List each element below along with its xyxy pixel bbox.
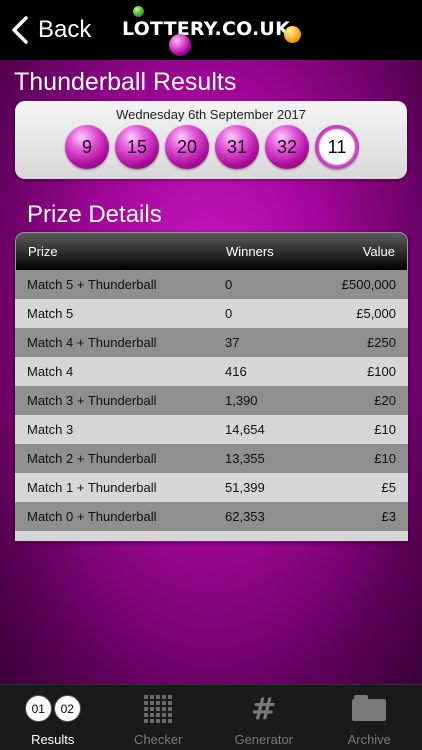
table-row: Match 4 + Thunderball 37 £250 (15, 328, 408, 357)
page-title: Thunderball Results (14, 68, 237, 96)
ball-4: 31 (215, 125, 259, 169)
table-row: Match 2 + Thunderball 13,355 £10 (15, 444, 408, 473)
prize-cell: Match 2 + Thunderball (27, 451, 157, 466)
draw-date: Wednesday 6th September 2017 (116, 107, 306, 122)
hash-icon: # (251, 692, 277, 727)
ball-5: 32 (265, 125, 309, 169)
table-row: Match 3 + Thunderball 1,390 £20 (15, 386, 408, 415)
logo-green-ball (133, 6, 144, 17)
tab-generator[interactable]: # Generator (211, 685, 317, 750)
back-label: Back (38, 16, 92, 43)
top-bar: Back LOTTERY.CO.UK (0, 0, 422, 60)
prize-table: Prize Winners Value Match 5 + Thunderbal… (15, 232, 408, 542)
logo-pink-ball (169, 34, 191, 56)
table-row: Match 4 416 £100 (15, 357, 408, 386)
prize-cell: Match 1 + Thunderball (27, 480, 157, 495)
value-cell: £250 (367, 335, 396, 350)
tab-results[interactable]: 01 02 Results (0, 685, 106, 750)
chevron-left-icon (12, 16, 28, 44)
prize-heading: Prize Details (27, 201, 162, 228)
tab-checker[interactable]: Checker (106, 685, 212, 750)
results-balls-icon: 01 02 (24, 695, 82, 722)
value-cell: £500,000 (341, 277, 396, 292)
prize-cell: Match 5 + Thunderball (27, 277, 157, 292)
prize-cell: Match 4 (27, 364, 74, 379)
thunderball: 11 (315, 125, 359, 169)
value-cell: £5 (381, 480, 396, 495)
winners-cell: 62,353 (225, 509, 265, 524)
folder-icon (352, 695, 387, 721)
value-cell: £100 (367, 364, 396, 379)
header-value: Value (362, 244, 395, 259)
tab-results-label: Results (31, 732, 75, 747)
value-cell: £10 (374, 451, 396, 466)
winners-cell: 13,355 (225, 451, 265, 466)
ball-2: 15 (115, 125, 159, 169)
ball-row: 9 15 20 31 32 11 (65, 125, 365, 169)
back-button[interactable]: Back (10, 13, 91, 47)
table-row: Match 0 + Thunderball 62,353 £3 (15, 502, 408, 531)
table-row: Match 5 + Thunderball 0 £500,000 (15, 270, 408, 299)
tab-generator-label: Generator (234, 732, 294, 747)
ball-1: 9 (65, 125, 109, 169)
ball-3: 20 (165, 125, 209, 169)
tab-archive[interactable]: Archive (317, 685, 422, 750)
prize-cell: Match 3 + Thunderball (27, 393, 157, 408)
header-winners: Winners (226, 244, 274, 259)
winners-cell: 416 (225, 364, 247, 379)
table-row: Match 5 0 £5,000 (15, 299, 408, 328)
winners-cell: 37 (225, 335, 240, 350)
prize-cell: Match 0 + Thunderball (27, 509, 157, 524)
tab-archive-label: Archive (347, 732, 391, 747)
main-content: Thunderball Results Wednesday 6th Septem… (0, 60, 422, 684)
winners-cell: 0 (225, 306, 233, 321)
winners-cell: 1,390 (225, 393, 258, 408)
prize-cell: Match 3 (27, 422, 74, 437)
winners-cell: 14,654 (225, 422, 265, 437)
grid-icon (144, 695, 173, 723)
results-ball-02: 02 (53, 695, 81, 722)
winners-cell: 51,399 (225, 480, 265, 495)
result-panel: Wednesday 6th September 2017 9 15 20 31 … (15, 101, 407, 179)
value-cell: £3 (381, 509, 396, 524)
value-cell: £20 (374, 393, 396, 408)
table-row-partial (15, 531, 408, 541)
table-header: Prize Winners Value (15, 232, 408, 270)
results-ball-01: 01 (24, 695, 52, 722)
table-row: Match 3 14,654 £10 (15, 415, 408, 444)
header-prize: Prize (28, 244, 58, 259)
logo: LOTTERY.CO.UK (122, 6, 302, 56)
tab-bar: 01 02 Results Checker # Generator Archive (0, 684, 422, 750)
logo-text: LOTTERY.CO.UK (122, 18, 290, 40)
winners-cell: 0 (225, 277, 233, 292)
tab-checker-label: Checker (134, 732, 183, 747)
value-cell: £5,000 (356, 306, 396, 321)
table-row: Match 1 + Thunderball 51,399 £5 (15, 473, 408, 502)
value-cell: £10 (374, 422, 396, 437)
prize-cell: Match 5 (27, 306, 74, 321)
prize-cell: Match 4 + Thunderball (27, 335, 157, 350)
logo-orange-ball (284, 26, 301, 43)
